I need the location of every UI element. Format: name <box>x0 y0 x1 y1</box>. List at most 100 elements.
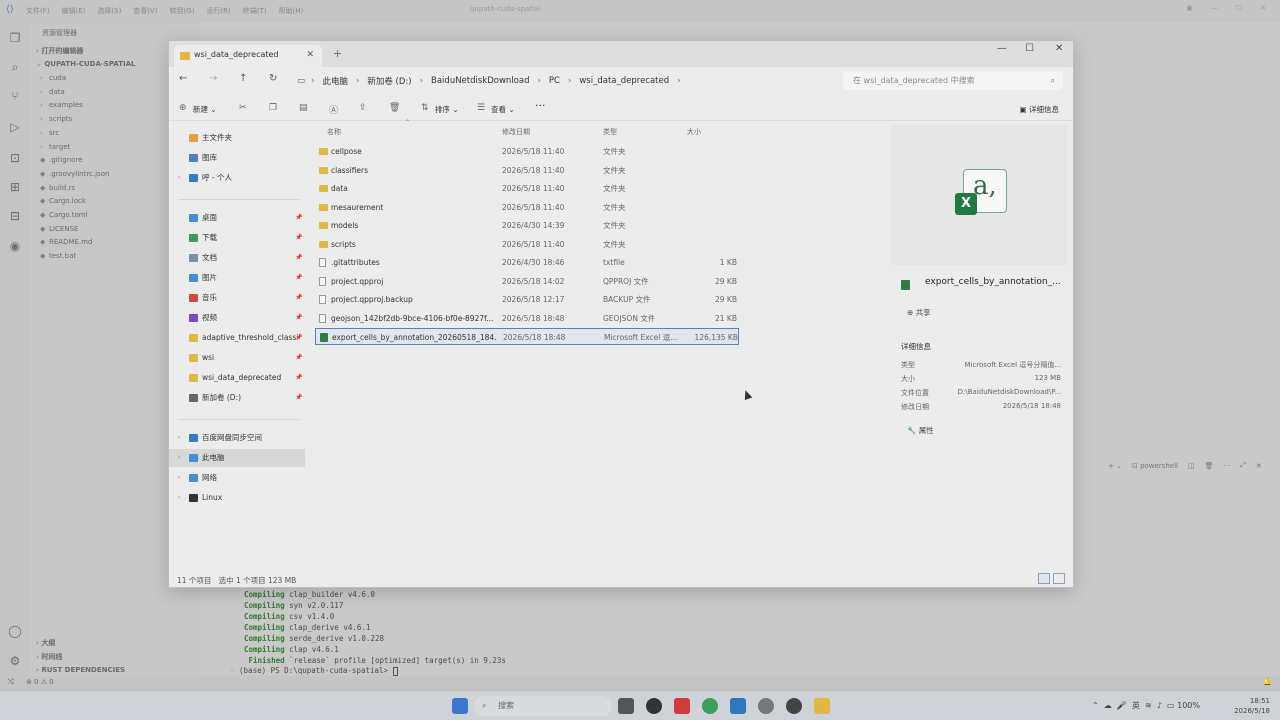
file-row[interactable]: project.qpproj 2026/5/18 14:02 QPPROJ 文件 29… <box>315 273 739 290</box>
vscode-icon[interactable] <box>730 698 746 714</box>
nav-item[interactable]: › 网络 <box>169 469 305 487</box>
maximize-icon[interactable]: ☐ <box>1025 43 1034 54</box>
menu-item[interactable]: 转到(G) <box>170 6 195 16</box>
containers-icon[interactable]: ⊟ <box>7 208 23 224</box>
vscode-command-center[interactable]: qupath-cuda-spatial <box>470 5 630 13</box>
folder-row[interactable]: data 2026/5/18 11:40 文件夹 <box>315 180 739 197</box>
clock[interactable]: 18:51 2026/5/18 <box>1230 696 1270 716</box>
nav-item[interactable]: 桌面 📌 <box>169 209 305 227</box>
nav-item[interactable]: 音乐 📌 <box>169 289 305 307</box>
taskbar-search[interactable]: ⌕ 搜索 <box>474 696 612 716</box>
battery-icon[interactable]: ▭ <box>1167 701 1175 710</box>
netease-music-icon[interactable] <box>674 698 690 714</box>
column-name[interactable]: 名称 <box>327 127 341 137</box>
sort-button[interactable]: 排序 ⌄ <box>435 104 459 115</box>
folder-row[interactable]: scripts 2026/5/18 11:40 文件夹 <box>315 236 739 253</box>
pin-icon[interactable]: 📌 <box>295 349 302 367</box>
menu-item[interactable]: 运行(R) <box>206 6 230 16</box>
maximize-panel-icon[interactable]: ⤢ <box>1240 461 1246 470</box>
menu-item[interactable]: 终端(T) <box>243 6 267 16</box>
paste-icon[interactable]: ▤ <box>299 103 308 113</box>
nav-item[interactable]: 新加卷 (D:) 📌 <box>169 389 305 407</box>
copy-icon[interactable]: ❐ <box>269 103 277 113</box>
properties-button[interactable]: 🔧 属性 <box>907 425 934 436</box>
file-row[interactable]: geojson_142bf2db-9bce-4106-bf0e-8927f...… <box>315 310 739 327</box>
nav-item[interactable]: 主文件夹 <box>169 129 305 147</box>
problems-indicator[interactable]: ⊗ 0 ⚠ 0 <box>26 678 54 686</box>
tree-file[interactable]: ◆ .gitignore <box>40 156 83 164</box>
forward-icon[interactable]: → <box>209 73 217 84</box>
terminal[interactable]: Compiling clap_builder v4.6.0 Compiling s… <box>200 590 1280 690</box>
new-icon[interactable]: ⊕ <box>179 103 187 113</box>
timeline-section[interactable]: › 时间线 <box>36 652 62 662</box>
breadcrumb[interactable]: ▭ › 此电脑 › 新加卷 (D:) › BaiduNetdiskDownload › PC… <box>297 71 837 90</box>
nav-item[interactable]: 图库 <box>169 149 305 167</box>
tree-folder[interactable]: › cuda <box>40 74 66 82</box>
pin-icon[interactable]: 📌 <box>295 309 302 327</box>
tree-folder[interactable]: › scripts <box>40 115 72 123</box>
settings-gear-icon[interactable]: ⚙ <box>7 653 23 669</box>
pin-icon[interactable]: 📌 <box>295 229 302 247</box>
tree-folder[interactable]: › src <box>40 129 59 137</box>
tree-file[interactable]: ◆ .groovylintrc.json <box>40 170 109 178</box>
breadcrumb-item[interactable]: PC <box>549 76 560 86</box>
view-button[interactable]: 查看 ⌄ <box>491 104 515 115</box>
files-icon[interactable]: ❐ <box>7 30 23 46</box>
rename-icon[interactable]: Ⓐ <box>329 103 338 116</box>
pin-icon[interactable]: 📌 <box>295 369 302 387</box>
terminal-prompt[interactable]: ◦ (base) PS D:\qupath-cuda-spatial> <box>230 666 398 676</box>
menu-item[interactable]: 编辑(E) <box>62 6 86 16</box>
file-row[interactable]: project.qpproj.backup 2026/5/18 12:17 BACK… <box>315 291 739 308</box>
pin-icon[interactable]: 📌 <box>295 389 302 407</box>
run-debug-icon[interactable]: ▷ <box>7 119 23 135</box>
nav-item[interactable]: wsi 📌 <box>169 349 305 367</box>
copilot-icon[interactable]: ◉ <box>7 238 23 254</box>
close-window-icon[interactable]: ✕ <box>1055 43 1063 54</box>
nav-item[interactable]: 文档 📌 <box>169 249 305 267</box>
view-icon[interactable]: ☰ <box>477 103 485 113</box>
search-app-icon[interactable] <box>758 698 774 714</box>
pin-icon[interactable]: 📌 <box>295 329 302 347</box>
app-icon[interactable] <box>786 698 802 714</box>
nav-item[interactable]: adaptive_threshold_classi 📌 <box>169 329 305 347</box>
split-terminal-icon[interactable]: ◫ <box>1188 462 1195 470</box>
trash-icon[interactable]: 🗑 <box>1205 462 1214 470</box>
nav-item[interactable]: 图片 📌 <box>169 269 305 287</box>
menu-item[interactable]: 文件(F) <box>26 6 50 16</box>
details-view-icon[interactable] <box>1038 573 1050 584</box>
task-view-icon[interactable] <box>618 698 634 714</box>
wifi-icon[interactable]: ≋ <box>1145 701 1152 710</box>
delete-icon[interactable]: 🗑 <box>389 103 400 113</box>
pin-icon[interactable]: 📌 <box>295 249 302 267</box>
menu-item[interactable]: 选择(S) <box>97 6 121 16</box>
column-date[interactable]: 修改日期 <box>502 127 530 137</box>
search-input[interactable]: 在 wsi_data_deprecated 中搜索 ⌕ <box>843 71 1063 90</box>
chevron-right-icon[interactable]: › <box>178 429 180 447</box>
nav-item[interactable]: 下载 📌 <box>169 229 305 247</box>
file-row[interactable]: .gitattributes 2026/4/30 18:46 txtfile 1 KB <box>315 254 739 271</box>
extensions-icon[interactable]: ⊞ <box>7 179 23 195</box>
nav-item[interactable]: wsi_data_deprecated 📌 <box>169 369 305 387</box>
folder-row[interactable]: classifiers 2026/5/18 11:40 文件夹 <box>315 162 739 179</box>
close-tab-icon[interactable]: ✕ <box>306 45 314 65</box>
project-section[interactable]: ⌄ QUPATH-CUDA-SPATIAL <box>36 60 135 68</box>
tree-folder[interactable]: › data <box>40 88 65 96</box>
nav-item[interactable]: › 百度网盘同步空间 <box>169 429 305 447</box>
sort-icon[interactable]: ⇅ <box>421 103 429 113</box>
account-icon[interactable]: ◯ <box>7 623 23 639</box>
pin-icon[interactable]: 📌 <box>295 289 302 307</box>
tree-file[interactable]: ◆ LICENSE <box>40 225 78 233</box>
tree-file[interactable]: ◆ README.md <box>40 238 92 246</box>
nav-item[interactable]: › Linux <box>169 489 305 507</box>
more-icon[interactable]: ··· <box>1224 462 1231 470</box>
search-icon[interactable]: ⌕ <box>7 59 23 75</box>
mic-icon[interactable]: 🎤 <box>1117 701 1127 710</box>
maximize-icon[interactable]: ☐ <box>1236 4 1242 12</box>
more-button[interactable]: ··· <box>535 99 546 112</box>
tree-file[interactable]: ◆ test.bat <box>40 252 76 260</box>
breadcrumb-item[interactable]: 新加卷 (D:) <box>367 75 411 87</box>
breadcrumb-item[interactable]: wsi_data_deprecated <box>579 76 669 86</box>
new-tab-icon[interactable]: + <box>333 47 342 60</box>
back-icon[interactable]: ← <box>179 73 187 84</box>
layout-icon[interactable]: ▣ <box>1186 4 1193 12</box>
